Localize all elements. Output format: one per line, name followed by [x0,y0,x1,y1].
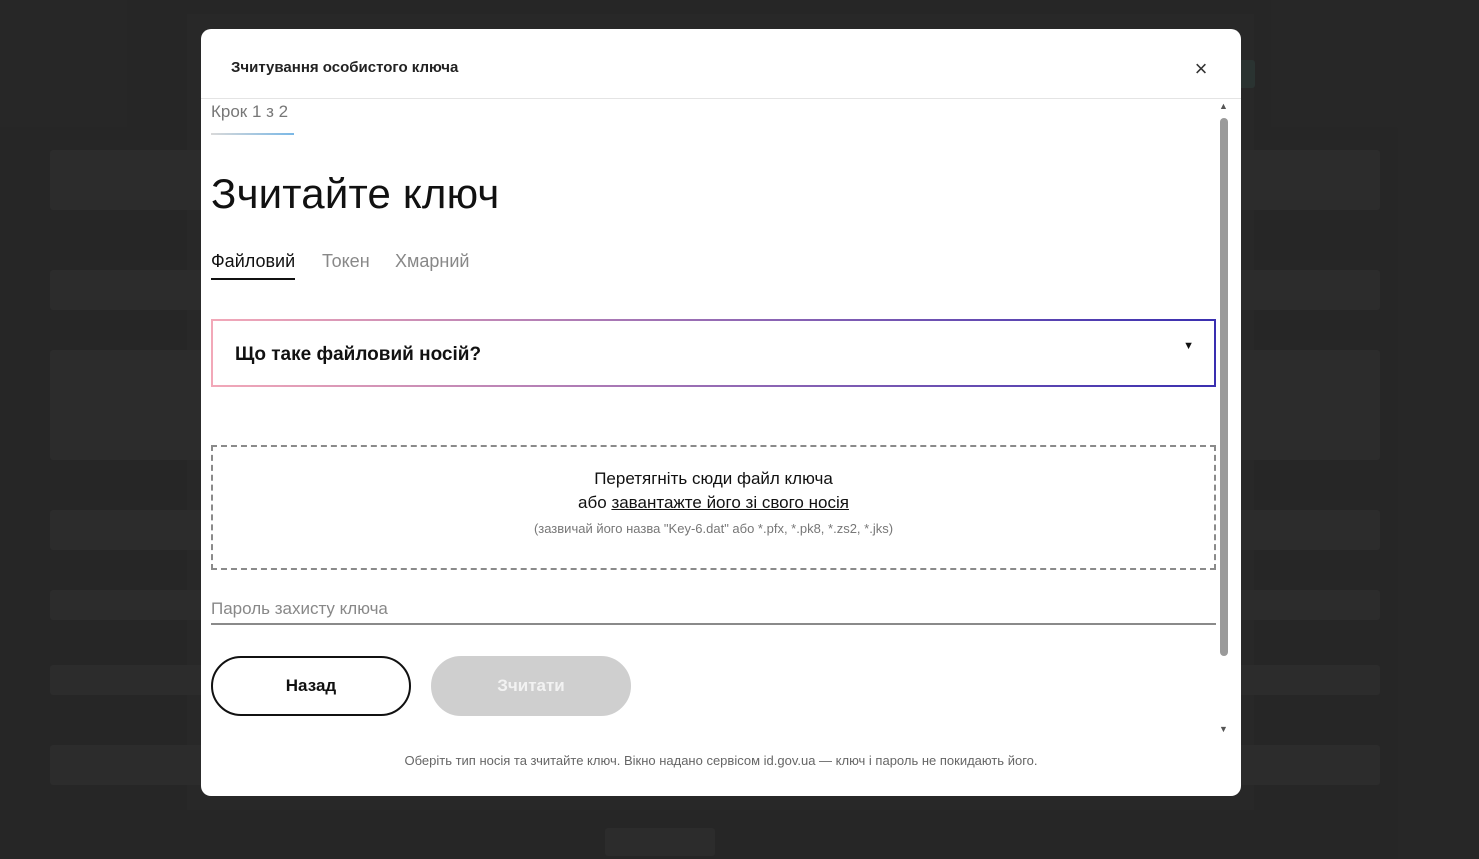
page-heading: Зчитайте ключ [211,170,500,217]
scroll-down-icon[interactable]: ▼ [1219,724,1228,734]
accordion-title: Що таке файловий носій? [235,344,482,365]
step-progress-bar [211,133,294,135]
content-scrollbar[interactable]: ▲ ▼ [1218,100,1230,740]
dropzone-hint: (зазвичай його назва "Key-6.dat" або *.p… [533,521,894,536]
dialog-header: Зчитування особистого ключа × [201,29,1241,99]
key-file-dropzone[interactable]: Перетягніть сюди файл ключа або завантаж… [211,445,1216,570]
key-password-input[interactable] [211,595,1216,625]
tab-file[interactable]: Файловий [211,251,296,280]
tab-cloud[interactable]: Хмарний [395,251,469,278]
dialog-content: Крок 1 з 2 Зчитайте ключ Файловий Токен … [211,100,1226,740]
read-key-button[interactable]: Зчитати [431,656,631,716]
close-icon[interactable]: × [1191,57,1211,81]
dropzone-text: Перетягніть сюди файл ключа [594,469,833,488]
back-button[interactable]: Назад [211,656,411,716]
chevron-down-icon: ▼ [1183,340,1194,352]
file-carrier-info-accordion[interactable]: Що таке файловий носій? ▼ [211,319,1216,387]
scroll-up-icon[interactable]: ▲ [1219,101,1228,111]
tab-token[interactable]: Токен [322,251,370,278]
key-read-dialog: Зчитування особистого ключа × Крок 1 з 2… [201,29,1241,796]
upload-file-link[interactable]: завантажте його зі свого носія [611,493,849,512]
footer-note: Оберіть тип носія та зчитайте ключ. Вікн… [404,753,1038,768]
dropzone-upload-line: або завантажте його зі свого носія [213,493,1214,513]
dropzone-or-text: або [578,493,607,512]
step-indicator: Крок 1 з 2 [211,102,289,121]
scrollbar-thumb[interactable] [1220,118,1228,656]
dialog-title: Зчитування особистого ключа [231,59,459,76]
